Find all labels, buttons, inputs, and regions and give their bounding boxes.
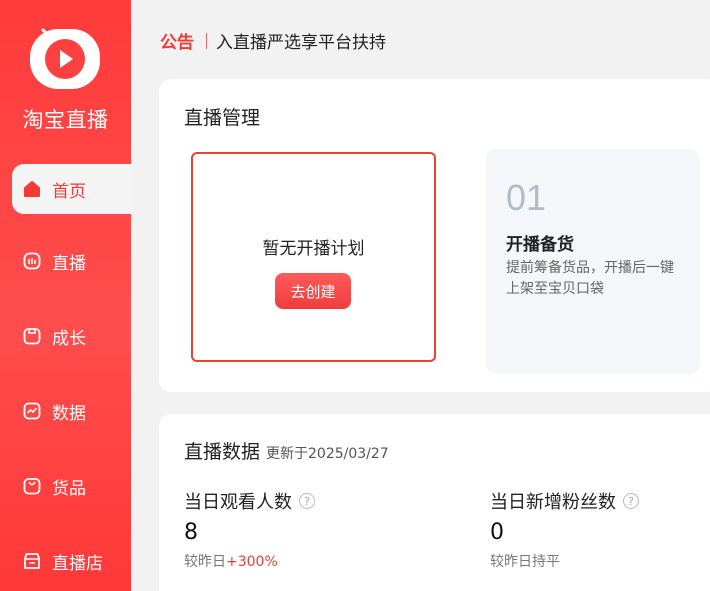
metric-value: 0 — [490, 520, 504, 545]
sidebar-item-live[interactable]: 直播 — [12, 236, 131, 286]
sidebar-item-label: 成长 — [52, 328, 86, 349]
sidebar-item-data[interactable]: 数据 — [12, 386, 131, 436]
live-data-header: 直播数据 更新于2025/03/27 — [184, 437, 389, 464]
sidebar-item-goods[interactable]: 货品 — [12, 461, 131, 511]
live-icon — [22, 251, 42, 271]
announcement-message[interactable]: 入直播严选享平台扶持 — [216, 28, 386, 53]
help-icon[interactable]: ? — [299, 493, 315, 509]
metric-change: 较昨日+300% — [184, 551, 315, 571]
live-data-title: 直播数据 — [184, 441, 261, 463]
metric-label: 当日新增粉丝数 ? — [490, 488, 639, 514]
create-plan-button[interactable]: 去创建 — [275, 273, 351, 309]
change-prefix: 较昨日持平 — [490, 554, 560, 570]
growth-icon — [22, 326, 42, 346]
empty-plan-box: 暂无开播计划 去创建 — [191, 152, 436, 362]
sidebar-item-store[interactable]: 直播店 — [12, 536, 131, 586]
divider — [206, 32, 207, 49]
metric-label-text: 当日新增粉丝数 — [490, 492, 616, 513]
goods-icon — [22, 476, 42, 496]
empty-plan-text: 暂无开播计划 — [262, 239, 365, 259]
updated-timestamp: 更新于2025/03/27 — [266, 446, 389, 462]
metric-label-text: 当日观看人数 — [184, 492, 292, 513]
sidebar-item-label: 直播 — [52, 253, 86, 274]
live-data-card: 直播数据 更新于2025/03/27 当日观看人数 ? 8 较昨日+300% 当… — [159, 414, 710, 591]
metric-new-fans: 当日新增粉丝数 ? 0 较昨日持平 — [490, 488, 639, 571]
live-management-title: 直播管理 — [184, 107, 261, 129]
taobao-live-logo[interactable] — [29, 28, 101, 90]
help-icon[interactable]: ? — [623, 493, 639, 509]
brand-name: 淘宝直播 — [22, 108, 109, 132]
sidebar-item-label: 数据 — [52, 403, 86, 424]
sidebar-item-home[interactable]: 首页 — [12, 164, 131, 214]
change-prefix: 较昨日 — [184, 554, 226, 570]
sidebar-item-label: 首页 — [52, 181, 86, 202]
change-value: +300% — [226, 554, 278, 570]
metric-value: 8 — [184, 520, 198, 545]
sidebar: 淘宝直播 首页 直播 成长 数据 货品 直播店 — [0, 0, 131, 591]
step-title: 开播备货 — [506, 235, 574, 255]
data-chart-icon — [22, 401, 42, 421]
sidebar-item-label: 直播店 — [52, 553, 103, 574]
step-description: 提前筹备货品，开播后一键上架至宝贝口袋 — [506, 260, 674, 297]
sidebar-item-label: 货品 — [52, 478, 86, 499]
home-icon — [22, 179, 42, 199]
metric-label: 当日观看人数 ? — [184, 488, 315, 514]
announcement-tag: 公告 — [160, 33, 194, 53]
live-management-card: 直播管理 暂无开播计划 去创建 01 开播备货 提前筹备货品，开播后一键上架至宝… — [159, 79, 710, 392]
sidebar-item-growth[interactable]: 成长 — [12, 311, 131, 361]
step-card[interactable]: 01 开播备货 提前筹备货品，开播后一键上架至宝贝口袋 — [486, 149, 700, 374]
step-number: 01 — [506, 177, 547, 218]
announcement-bar[interactable]: 公告 入直播严选享平台扶持 — [160, 28, 386, 53]
store-icon — [22, 551, 42, 571]
metric-viewers: 当日观看人数 ? 8 较昨日+300% — [184, 488, 315, 571]
metric-change: 较昨日持平 — [490, 551, 639, 571]
